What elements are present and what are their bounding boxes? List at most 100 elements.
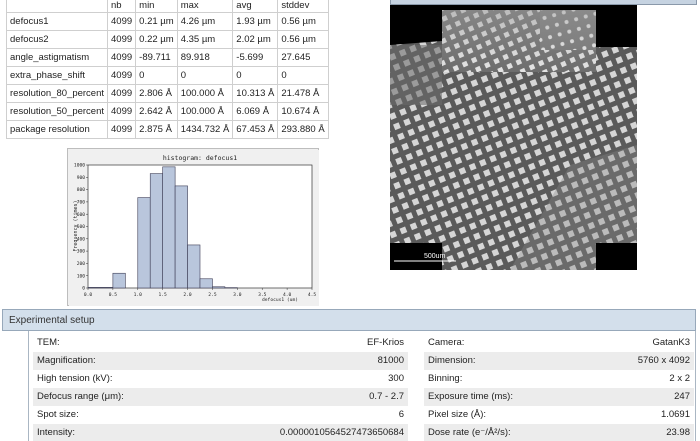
table-cell: 100.000 Å [176,102,234,121]
setup-value: 1.0691 [660,409,690,420]
setup-row: Spot size: 6 [33,406,408,424]
setup-value: 0.000001056452747365068​4 [279,427,404,438]
y-tick-label: 0 [82,286,85,292]
setup-label: Pixel size (Å): [428,409,487,420]
histogram-bar [87,287,114,289]
table-cell: 2.02 µm [232,30,279,49]
setup-value: 23.98 [666,427,690,438]
x-tick-label: 4.0 [283,292,292,298]
y-tick-label: 800 [77,187,86,193]
section-header-experimental-setup: Experimental setup [2,309,696,331]
table-cell: 0.56 µm [277,12,329,31]
table-cell: 2.875 Å [135,120,178,139]
x-tick-label: 1.0 [134,292,143,298]
table-cell: 4099 [107,48,137,67]
row-label: resolution_80_percent [5,84,109,103]
table-cell: 0.21 µm [135,12,178,31]
setup-label: Spot size: [37,409,79,420]
y-tick-label: 1000 [74,163,85,169]
y-tick-label: 400 [77,236,86,242]
setup-row: Defocus range (μm): 0.7 - 2.7 [33,388,408,406]
setup-value: 5760 x 4092 [637,355,690,366]
setup-label: Defocus range (μm): [37,391,124,402]
table-cell: 89.918 [176,48,234,67]
x-tick-label: 3.0 [233,292,242,298]
table-row: defocus1 4099 0.21 µm 4.26 µm 1.93 µm 0.56 µm [5,12,329,31]
setup-value: 300 [388,373,404,384]
column-header: nb [107,0,137,13]
defocus-histogram: histogram: defocus1 Frequency (times) de… [67,148,319,306]
setup-label: Magnification: [37,355,96,366]
table-row: angle_astigmatism 4099 -89.711 89.918 -5.699… [5,48,329,67]
histogram-bar [174,185,188,289]
table-row: defocus2 4099 0.22 µm 4.35 µm 2.02 µm 0.56 µm [5,30,329,49]
histogram-bar [149,173,163,289]
setup-label: Exposure time (ms): [428,391,513,402]
column-header: max [176,0,234,13]
table-row: resolution_80_percent 4099 2.806 Å 100.000 … [5,84,329,103]
table-cell: 21.478 Å [277,84,329,103]
table-cell: 67.453 Å [232,120,279,139]
histogram-bar [112,272,126,289]
table-cell: 4099 [107,66,137,85]
y-tick-label: 100 [77,273,86,279]
table-cell: 4099 [107,30,137,49]
setup-row: Exposure time (ms): 247 [424,388,694,406]
setup-label: High tension (kV): [37,373,113,384]
histogram-bar [199,278,213,289]
setup-row: Dimension: 5760 x 4092 [424,352,694,370]
setup-row: Magnification: 81000 [33,352,408,370]
table-row: extra_phase_shift 4099 0 0 0 0 [5,66,329,85]
x-tick-label: 1.5 [159,292,168,298]
setup-row: Binning: 2 x 2 [424,370,694,388]
table-cell: 10.674 Å [277,102,329,121]
x-axis-label: defocus1 (um) [262,297,298,303]
table-cell: 293.880 Å [277,120,329,139]
column-header [5,0,109,13]
column-header: stddev [277,0,329,13]
setup-row: High tension (kV): 300 [33,370,408,388]
y-tick-label: 700 [77,200,86,206]
table-cell: -89.711 [135,48,178,67]
setup-value: 0.7 - 2.7 [369,391,404,402]
x-tick-label: 0.5 [109,292,118,298]
table-cell: 4.26 µm [176,12,234,31]
section-title: Experimental setup [9,315,95,326]
table-cell: 0 [277,66,329,85]
table-cell: 0.56 µm [277,30,329,49]
setup-label: Dimension: [428,355,476,366]
x-tick-label: 4.5 [308,292,317,298]
table-cell: 0.22 µm [135,30,178,49]
table-row: package resolution 4099 2.875 Å 1434.732 Å6… [5,120,329,139]
table-cell: 4099 [107,120,137,139]
scale-bar-label: 500um [424,253,446,260]
table-cell: 4099 [107,12,137,31]
row-label: defocus2 [5,30,109,49]
histogram-bar [212,286,226,289]
x-tick-label: 0.0 [84,292,93,298]
x-tick-label: 2.5 [208,292,217,298]
setup-label: Intensity: [37,427,76,438]
y-tick-label: 300 [77,249,86,255]
table-cell: 4.35 µm [176,30,234,49]
x-tick-label: 2.0 [183,292,192,298]
setup-label: Binning: [428,373,463,384]
setup-row: Camera: GatanK3 [424,334,694,352]
table-cell: 27.645 [277,48,329,67]
table-cell: 6.069 Å [232,102,279,121]
column-header: min [135,0,178,13]
micrograph-image[interactable]: 500um [390,5,637,270]
statistics-table: nb min max avg stddev defocus1 4099 0.21 µm 4.26… [5,0,329,139]
table-cell: 0 [135,66,178,85]
setup-value: 6 [398,409,404,420]
histogram-bar [162,166,176,289]
table-row: resolution_50_percent 4099 2.642 Å 100.000 … [5,102,329,121]
row-label: defocus1 [5,12,109,31]
setup-row: Intensity: 0.000001056452747365068​4 [33,424,408,441]
table-cell: 4099 [107,84,137,103]
y-tick-label: 500 [77,224,86,230]
x-tick-label: 3.5 [258,292,267,298]
y-tick-label: 900 [77,175,86,181]
setup-label: Dose rate (e⁻/Å²/s): [428,427,511,438]
table-header-row: nb min max avg stddev [5,0,329,13]
